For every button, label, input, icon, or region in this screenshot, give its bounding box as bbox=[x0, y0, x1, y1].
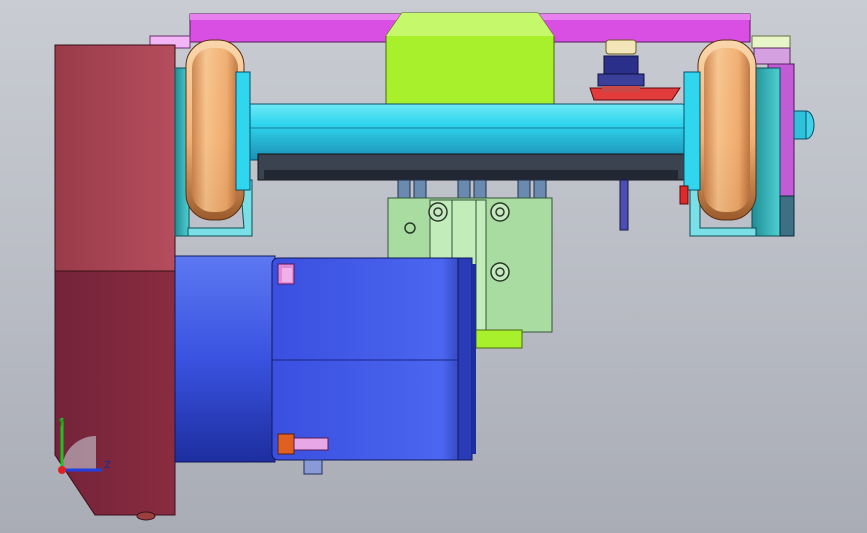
upper-mount-block[interactable] bbox=[385, 12, 555, 105]
cad-viewport[interactable]: Y Z bbox=[0, 0, 867, 533]
drive-motor[interactable] bbox=[174, 255, 476, 475]
z-axis-label: Z bbox=[104, 460, 111, 471]
x-axis-origin bbox=[58, 466, 66, 474]
shaft-support-columns[interactable] bbox=[397, 179, 547, 201]
left-roller[interactable] bbox=[185, 39, 251, 221]
assembly-model[interactable]: Y Z bbox=[0, 0, 867, 533]
y-axis-label: Y bbox=[57, 418, 65, 429]
